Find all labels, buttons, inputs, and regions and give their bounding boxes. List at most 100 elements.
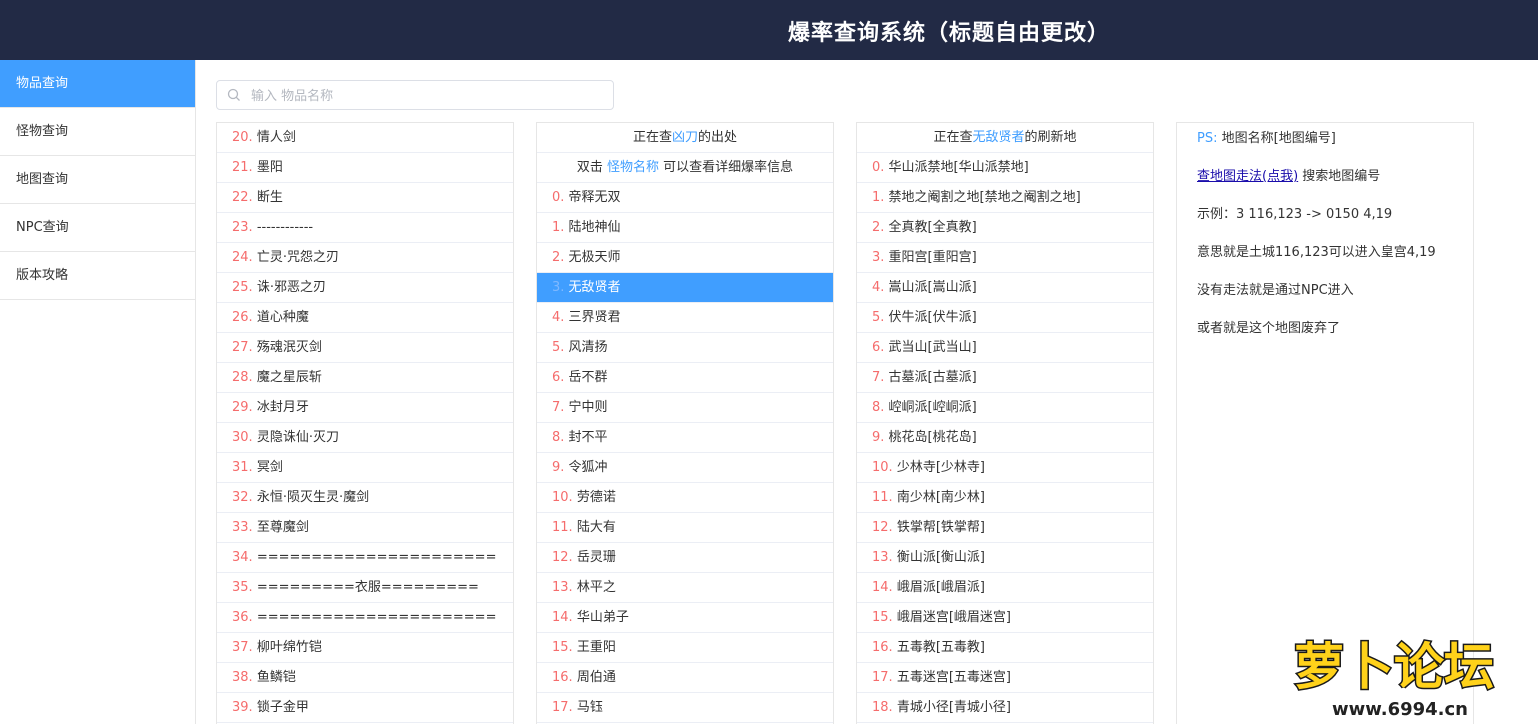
list-item[interactable]: 36. ====================== [217,603,513,633]
list-item[interactable]: 24. 亡灵·咒怨之刃 [217,243,513,273]
list-item[interactable]: 1. 禁地之阉割之地[禁地之阉割之地] [857,183,1153,213]
sidebar-item-monster-query[interactable]: 怪物查询 [0,108,195,156]
list-item[interactable]: 20. 情人剑 [217,123,513,153]
list-item[interactable]: 35. =========衣服========= [217,573,513,603]
list-item[interactable]: 5. 风清扬 [537,333,833,363]
list-item-index: 0. [552,190,565,205]
list-item[interactable]: 25. 诛·邪恶之刃 [217,273,513,303]
list-item[interactable]: 34. ====================== [217,543,513,573]
list-item[interactable]: 27. 殇魂泯灭剑 [217,333,513,363]
list-item[interactable]: 30. 灵隐诛仙·灭刀 [217,423,513,453]
list-item[interactable]: 23. ------------ [217,213,513,243]
list-item[interactable]: 16. 周伯通 [537,663,833,693]
list-item-name: 无极天师 [568,250,621,265]
list-item-name: 重阳宫[重阳宫] [888,250,977,265]
list-item[interactable]: 7. 古墓派[古墓派] [857,363,1153,393]
list-item-name: 王重阳 [576,640,616,655]
list-item-name: 华山弟子 [576,610,629,625]
list-item[interactable]: 2. 无极天师 [537,243,833,273]
list-item-index: 15. [552,640,573,655]
list-item-name: 峨眉迷宫[峨眉迷宫] [896,610,1011,625]
list-item[interactable]: 2. 全真教[全真教] [857,213,1153,243]
list-item[interactable]: 9. 令狐冲 [537,453,833,483]
sidebar-item-item-query[interactable]: 物品查询 [0,60,195,108]
list-item[interactable]: 37. 柳叶绵竹铠 [217,633,513,663]
list-item-name: 灵隐诛仙·灭刀 [256,430,339,445]
sidebar-item-npc-query[interactable]: NPC查询 [0,204,195,252]
sidebar-item-version-guide[interactable]: 版本攻略 [0,252,195,300]
list-item[interactable]: 15. 峨眉迷宫[峨眉迷宫] [857,603,1153,633]
list-item-index: 13. [552,580,573,595]
list-item[interactable]: 6. 岳不群 [537,363,833,393]
list-item-name: 五毒教[五毒教] [896,640,985,655]
list-item[interactable]: 28. 魔之星辰斩 [217,363,513,393]
list-item[interactable]: 0. 帝释无双 [537,183,833,213]
list-item[interactable]: 4. 三界贤君 [537,303,833,333]
list-item[interactable]: 14. 华山弟子 [537,603,833,633]
search-input[interactable] [249,84,603,108]
list-item-name: 断生 [256,190,283,205]
map-route-line: 查地图走法(点我) 搜索地图编号 [1197,167,1453,187]
list-item[interactable]: 8. 崆峒派[崆峒派] [857,393,1153,423]
list-item-index: 5. [552,340,565,355]
list-item[interactable]: 4. 嵩山派[嵩山派] [857,273,1153,303]
list-item[interactable]: 14. 峨眉派[峨眉派] [857,573,1153,603]
map-route-link[interactable]: 查地图走法(点我) [1197,169,1298,184]
list-item[interactable]: 0. 华山派禁地[华山派禁地] [857,153,1153,183]
list-item[interactable]: 1. 陆地神仙 [537,213,833,243]
list-item-name: 武当山[武当山] [888,340,977,355]
list-item[interactable]: 16. 五毒教[五毒教] [857,633,1153,663]
list-item-index: 34. [232,550,253,565]
list-item-index: 6. [872,340,885,355]
forum-watermark-logo: 萝卜论坛 www.6994.cn [1288,622,1528,721]
list-item[interactable]: 29. 冰封月牙 [217,393,513,423]
map-rows: 0. 华山派禁地[华山派禁地] 1. 禁地之阉割之地[禁地之阉割之地] 2. 全真教… [857,153,1153,723]
list-item-name: 崆峒派[崆峒派] [888,400,977,415]
list-item-name: 魔之星辰斩 [256,370,322,385]
list-item[interactable]: 18. 青城小径[青城小径] [857,693,1153,723]
list-item[interactable]: 6. 武当山[武当山] [857,333,1153,363]
list-item[interactable]: 13. 林平之 [537,573,833,603]
list-item[interactable]: 39. 锁子金甲 [217,693,513,723]
list-item-index: 14. [552,610,573,625]
list-item-name: 禁地之阉割之地[禁地之阉割之地] [888,190,1081,205]
list-item[interactable]: 12. 岳灵珊 [537,543,833,573]
list-item-index: 12. [872,520,893,535]
list-item[interactable]: 13. 衡山派[衡山派] [857,543,1153,573]
list-item[interactable]: 3. 重阳宫[重阳宫] [857,243,1153,273]
ps-line: PS: 地图名称[地图编号] [1197,129,1453,149]
list-item[interactable]: 7. 宁中则 [537,393,833,423]
hint-suffix: 可以查看详细爆率信息 [663,160,794,175]
list-item[interactable]: 38. 鱼鳞铠 [217,663,513,693]
list-item[interactable]: 17. 马钰 [537,693,833,723]
list-item[interactable]: 9. 桃花岛[桃花岛] [857,423,1153,453]
list-item[interactable]: 8. 封不平 [537,423,833,453]
list-item[interactable]: 22. 断生 [217,183,513,213]
list-item[interactable]: 17. 五毒迷宫[五毒迷宫] [857,663,1153,693]
list-item[interactable]: 21. 墨阳 [217,153,513,183]
watermark-logo-text: 萝卜论坛 [1294,638,1494,696]
list-item[interactable]: 5. 伏牛派[伏牛派] [857,303,1153,333]
list-item-index: 4. [872,280,885,295]
list-item-index: 10. [552,490,573,505]
list-item[interactable]: 32. 永恒·陨灭生灵·魔剑 [217,483,513,513]
list-item-name: 情人剑 [256,130,296,145]
list-item[interactable]: 11. 陆大有 [537,513,833,543]
meaning-line: 意思就是土城116,123可以进入皇宫4,19 [1197,245,1436,260]
watermark-url: www.6994.cn [1332,699,1468,720]
list-item-index: 1. [552,220,565,235]
list-item[interactable]: 10. 劳德诺 [537,483,833,513]
list-item[interactable]: 26. 道心种魔 [217,303,513,333]
list-item[interactable]: 31. 冥剑 [217,453,513,483]
sidebar-item-map-query[interactable]: 地图查询 [0,156,195,204]
list-item[interactable]: 11. 南少林[南少林] [857,483,1153,513]
list-item[interactable]: 3. 无敌贤者 [537,273,833,303]
list-item[interactable]: 10. 少林寺[少林寺] [857,453,1153,483]
list-item[interactable]: 12. 铁掌帮[铁掌帮] [857,513,1153,543]
list-item[interactable]: 33. 至尊魔剑 [217,513,513,543]
list-item-name: 帝释无双 [568,190,621,205]
list-item-index: 33. [232,520,253,535]
list-item[interactable]: 15. 王重阳 [537,633,833,663]
ps-label: PS: [1197,131,1218,146]
list-item-index: 38. [232,670,253,685]
